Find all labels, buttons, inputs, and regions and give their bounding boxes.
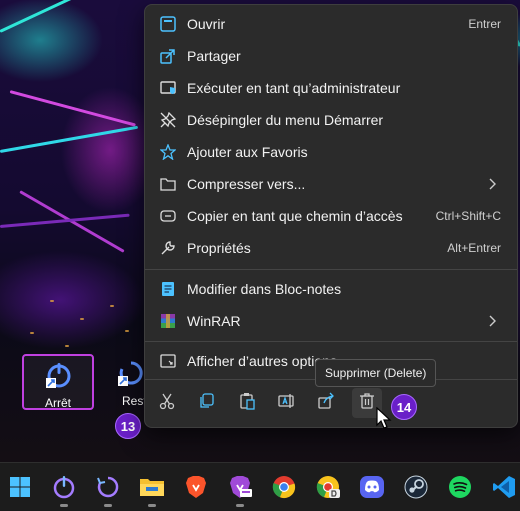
menu-item-open[interactable]: Ouvrir Entrer [151, 9, 511, 39]
menu-item-label: WinRAR [187, 313, 241, 329]
desktop-icon-label: Rest [122, 394, 144, 408]
wallpaper-fleck [30, 332, 34, 334]
wallpaper-streak [0, 0, 128, 33]
menu-separator [145, 269, 517, 270]
delete-icon [358, 392, 376, 415]
copy-button[interactable] [192, 388, 222, 418]
wallpaper-fleck [125, 330, 129, 332]
menu-item-run-as-admin[interactable]: Exécuter en tant qu’administrateur [151, 73, 511, 103]
more-options-icon [159, 352, 177, 370]
steam-icon[interactable] [400, 471, 432, 503]
menu-separator [145, 341, 517, 342]
menu-item-label: Ouvrir [187, 16, 226, 32]
menu-item-label: Exécuter en tant qu’administrateur [187, 80, 401, 96]
menu-item-label: Ajouter aux Favoris [187, 144, 308, 160]
open-app-icon [159, 15, 177, 33]
menu-item-label: Désépingler du menu Démarrer [187, 112, 384, 128]
menu-item-compress[interactable]: Compresser vers... [151, 169, 511, 199]
restart-app-icon[interactable] [92, 471, 124, 507]
power-app-icon[interactable] [48, 471, 80, 507]
menu-item-label: Partager [187, 48, 241, 64]
wallpaper-fleck [110, 305, 114, 307]
brave-beta-icon[interactable] [224, 471, 256, 507]
wallpaper-fleck [80, 318, 84, 320]
share-icon [159, 47, 177, 65]
menu-item-copy-as-path[interactable]: Copier en tant que chemin d’accès Ctrl+S… [151, 201, 511, 231]
menu-item-properties[interactable]: Propriétés Alt+Entrer [151, 233, 511, 263]
mouse-cursor-icon [376, 406, 392, 431]
menu-item-add-favorites[interactable]: Ajouter aux Favoris [151, 137, 511, 167]
power-icon [46, 362, 72, 388]
notepad-icon [159, 280, 177, 298]
menu-item-edit-notepad[interactable]: Modifier dans Bloc-notes [151, 274, 511, 304]
copy-icon [198, 392, 216, 415]
wallpaper-fleck [50, 300, 54, 302]
wallpaper-streak [0, 125, 139, 153]
chrome-icon[interactable] [268, 471, 300, 503]
menu-item-shortcut: Entrer [468, 17, 501, 31]
menu-item-shortcut: Ctrl+Shift+C [435, 209, 501, 223]
tooltip: Supprimer (Delete) [315, 359, 437, 387]
star-icon [159, 143, 177, 161]
spotify-icon[interactable] [444, 471, 476, 503]
menu-item-label: Propriétés [187, 240, 251, 256]
winrar-icon [159, 312, 177, 330]
menu-item-label: Compresser vers... [187, 176, 306, 192]
desktop-icon-restart[interactable]: Rest [104, 354, 144, 410]
menu-item-label: Copier en tant que chemin d’accès [187, 208, 403, 224]
chrome-dev-icon[interactable] [312, 471, 344, 503]
folder-zip-icon [159, 175, 177, 193]
copy-path-icon [159, 207, 177, 225]
windows-start-icon[interactable] [4, 471, 36, 503]
paste-icon [238, 392, 256, 415]
discord-icon[interactable] [356, 471, 388, 503]
wallpaper-streak [9, 90, 136, 127]
rename-icon [278, 392, 296, 415]
menu-item-unpin-start[interactable]: Désépingler du menu Démarrer [151, 105, 511, 135]
wallpaper-fleck [65, 345, 69, 347]
chevron-right-icon [485, 177, 499, 191]
menu-item-share[interactable]: Partager [151, 41, 511, 71]
restart-icon [118, 360, 144, 386]
step-badge: 13 [115, 413, 141, 439]
menu-item-winrar[interactable]: WinRAR [151, 306, 511, 336]
unpin-icon [159, 111, 177, 129]
desktop-icon-label: Arrêt [44, 396, 71, 410]
cut-icon [158, 392, 176, 415]
paste-button[interactable] [232, 388, 262, 418]
step-badge: 14 [391, 394, 417, 420]
menu-item-shortcut: Alt+Entrer [447, 241, 501, 255]
taskbar [0, 462, 520, 511]
chevron-right-icon [485, 314, 499, 328]
shield-icon [159, 79, 177, 97]
wrench-icon [159, 239, 177, 257]
file-explorer-icon[interactable] [136, 471, 168, 507]
menu-item-label: Modifier dans Bloc-notes [187, 281, 342, 297]
share-icon [318, 392, 336, 415]
cut-button[interactable] [152, 388, 182, 418]
share-button[interactable] [312, 388, 342, 418]
desktop-icon-shutdown[interactable]: Arrêt [22, 354, 94, 410]
brave-icon[interactable] [180, 471, 212, 503]
rename-button[interactable] [272, 388, 302, 418]
vscode-icon[interactable] [488, 471, 520, 503]
